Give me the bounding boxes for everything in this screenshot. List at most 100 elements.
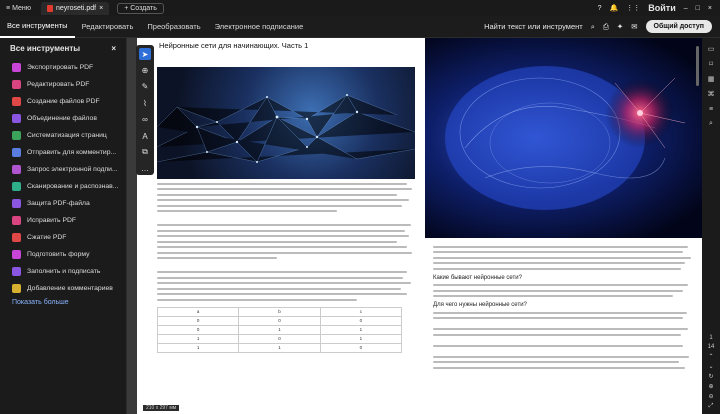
table-cell: 0 (238, 333, 321, 344)
table-cell: 0 (156, 324, 240, 335)
table-cell: 0 (319, 342, 403, 353)
stamp-icon[interactable]: ⧉ (139, 146, 151, 158)
sidebar-item-label: Защита PDF-файла (27, 200, 90, 207)
more-tools-icon[interactable]: … (139, 163, 151, 175)
sidebar-item[interactable]: Заполнить и подписать (0, 263, 126, 280)
zoom-in-icon[interactable]: ⊕ (708, 383, 713, 390)
select-cursor-icon[interactable]: ➤ (139, 48, 151, 61)
layers-icon[interactable]: ≡ (706, 104, 716, 114)
sidebar-item-label: Запрос электронной подпи... (27, 166, 118, 173)
page-navigator: 1 14 ⌃ ⌄ ↻ ⊕ ⊖ ⤢ (708, 335, 715, 410)
right-rail: ▭ ⌑ ▦ ⌘ ≡ ⌕ 1 14 ⌃ ⌄ ↻ ⊕ ⊖ ⤢ (702, 38, 720, 414)
body-text-block (157, 182, 415, 301)
sidebar-item[interactable]: Исправить PDF (0, 212, 126, 229)
document-title: Нейронные сети для начинающих. Часть 1 (159, 41, 309, 50)
table-cell: 1 (156, 333, 240, 344)
sidebar-item[interactable]: Создание файлов PDF (0, 93, 126, 110)
sidebar-item-label: Создание файлов PDF (27, 98, 100, 105)
sidebar-item-label: Сжатие PDF (27, 234, 67, 241)
tool-icon (12, 284, 21, 293)
neural-network-image (157, 67, 415, 179)
attachments-icon[interactable]: ⌘ (706, 89, 716, 99)
tools-sidebar: Все инструменты × Экспортировать PDF Реда… (0, 38, 127, 414)
pen-icon[interactable]: ✎ (139, 81, 151, 93)
bookmark-icon[interactable]: ⌑ (706, 59, 716, 69)
page-down-icon[interactable]: ⌄ (708, 363, 713, 370)
tool-icon (12, 165, 21, 174)
maximize-icon[interactable]: □ (696, 5, 700, 12)
thumbnails-icon[interactable]: ▦ (706, 74, 716, 84)
page2-text: Какие бывают нейронные сети? Для чего ну… (433, 242, 695, 372)
close-tab-icon[interactable]: × (99, 5, 103, 12)
tab-all-tools[interactable]: Все инструменты (0, 16, 75, 38)
table-row: 000 (156, 315, 403, 326)
sidebar-header: Все инструменты × (0, 38, 126, 59)
create-button[interactable]: + Создать (117, 2, 164, 14)
sidebar-item[interactable]: Систематизация страниц (0, 127, 126, 144)
table-cell: 0 (156, 315, 240, 326)
tab-title: neyroseti.pdf (56, 4, 97, 12)
print-icon[interactable]: ⎙ (603, 22, 609, 32)
hamburger-icon: ≡ (6, 4, 11, 12)
table-row: 011 (156, 324, 403, 335)
mail-icon[interactable]: ✉ (631, 22, 637, 31)
menu-label: Меню (12, 4, 32, 12)
sidebar-item[interactable]: Объединение файлов (0, 110, 126, 127)
text-box-icon[interactable]: A (139, 130, 151, 142)
zoom-out-icon[interactable]: ⊖ (708, 393, 713, 400)
table-cell: 1 (319, 333, 403, 344)
link-icon[interactable]: ∞ (139, 114, 151, 126)
tab-esign[interactable]: Электронное подписание (208, 16, 311, 38)
tool-icon (12, 97, 21, 106)
table-cell: 1 (238, 342, 321, 353)
apps-icon[interactable]: ⋮⋮ (626, 4, 640, 12)
vertical-scrollbar[interactable] (696, 46, 699, 86)
table-cell: 0 (238, 315, 321, 326)
sidebar-item-label: Подготовить форму (27, 251, 90, 258)
tab-convert[interactable]: Преобразовать (140, 16, 207, 38)
tab-edit[interactable]: Редактировать (75, 16, 141, 38)
document-viewport[interactable]: Нейронные сети для начинающих. Часть 1 a… (127, 38, 702, 414)
show-more-link[interactable]: Показать больше (0, 297, 126, 308)
sidebar-item[interactable]: Запрос электронной подпи... (0, 161, 126, 178)
sidebar-item-label: Экспортировать PDF (27, 64, 94, 71)
highlight-icon[interactable]: ⌇ (139, 97, 151, 109)
table-row: 101 (156, 333, 403, 344)
sidebar-item[interactable]: Отправить для комментир... (0, 144, 126, 161)
comment-icon[interactable]: ▭ (706, 44, 716, 54)
sidebar-item[interactable]: Сжатие PDF (0, 229, 126, 246)
sidebar-item[interactable]: Подготовить форму (0, 246, 126, 263)
sidebar-item[interactable]: Добавление комментариев (0, 280, 126, 297)
document-tab[interactable]: neyroseti.pdf × (41, 1, 110, 15)
close-window-icon[interactable]: × (708, 5, 712, 12)
sidebar-item-label: Редактировать PDF (27, 81, 90, 88)
search-tools-label[interactable]: Найти текст или инструмент (484, 22, 583, 31)
refresh-icon[interactable]: ↻ (708, 373, 713, 380)
sidebar-item[interactable]: Защита PDF-файла (0, 195, 126, 212)
close-sidebar-icon[interactable]: × (111, 44, 116, 53)
table-header-cell: b (238, 306, 321, 317)
tool-icon (12, 233, 21, 242)
sidebar-item[interactable]: Редактировать PDF (0, 76, 126, 93)
table-cell: 0 (319, 315, 403, 326)
pdf-page-2: Какие бывают нейронные сети? Для чего ну… (425, 38, 702, 414)
search-panel-icon[interactable]: ⌕ (706, 119, 716, 129)
table-header-cell: c (319, 306, 403, 317)
share-button[interactable]: Общий доступ (645, 20, 712, 33)
page-current[interactable]: 1 (709, 335, 712, 341)
menu-button[interactable]: ≡ Меню (0, 5, 37, 12)
sidebar-item[interactable]: Сканирование и распознав... (0, 178, 126, 195)
minimize-icon[interactable]: – (684, 5, 688, 12)
ai-assistant-icon[interactable]: ✦ (617, 22, 623, 31)
search-icon[interactable]: ⌕ (591, 22, 595, 32)
quick-tools-panel: ➤ ⊕ ✎ ⌇ ∞ A ⧉ … (136, 45, 154, 175)
page-total: 14 (707, 344, 715, 350)
page-up-icon[interactable]: ⌃ (708, 353, 713, 360)
help-icon[interactable]: ? (598, 5, 602, 12)
sign-in-button[interactable]: Войти (648, 3, 675, 13)
fit-page-icon[interactable]: ⤢ (709, 403, 714, 410)
zoom-icon[interactable]: ⊕ (139, 64, 151, 76)
sidebar-item[interactable]: Экспортировать PDF (0, 59, 126, 76)
notifications-icon[interactable]: 🔔 (610, 4, 619, 12)
sidebar-item-label: Сканирование и распознав... (27, 183, 119, 190)
